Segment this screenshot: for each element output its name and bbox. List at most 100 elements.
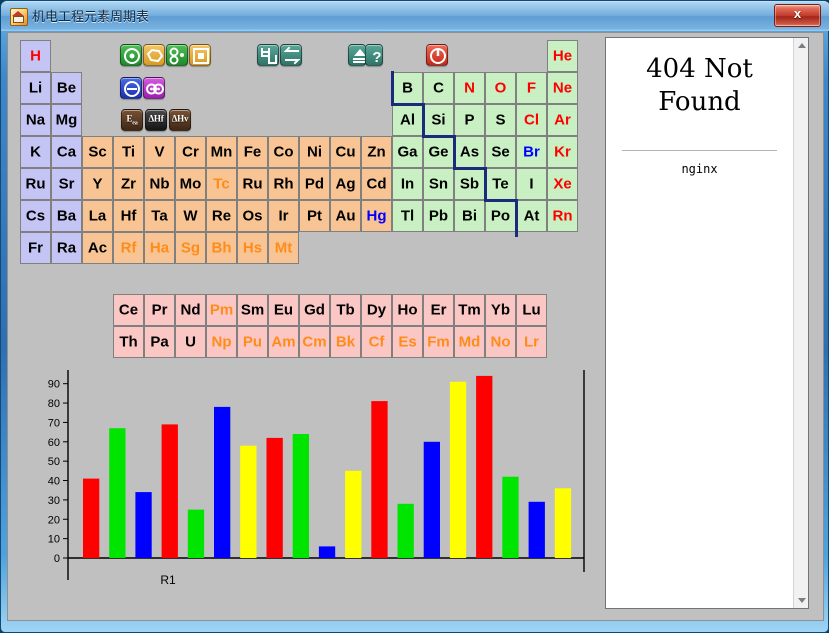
element-cell-as[interactable]: As [454, 136, 485, 168]
bond-pair-icon[interactable] [143, 77, 165, 99]
element-cell-rh[interactable]: Rh [268, 168, 299, 200]
element-cell-u[interactable]: U [175, 326, 206, 358]
element-cell-cm[interactable]: Cm [299, 326, 330, 358]
element-cell-ti[interactable]: Ti [113, 136, 144, 168]
element-cell-o[interactable]: O [485, 72, 516, 104]
element-cell-es[interactable]: Es [392, 326, 423, 358]
eject-icon[interactable] [348, 44, 366, 66]
element-cell-nd[interactable]: Nd [175, 294, 206, 326]
element-cell-mo[interactable]: Mo [175, 168, 206, 200]
element-cell-sr[interactable]: Sr [51, 168, 82, 200]
enthalpy-vapor-icon[interactable]: ΔHv [169, 109, 191, 131]
element-cell-in[interactable]: In [392, 168, 423, 200]
element-cell-pd[interactable]: Pd [299, 168, 330, 200]
square-in-square-icon[interactable] [189, 44, 211, 66]
element-cell-pm[interactable]: Pm [206, 294, 237, 326]
element-cell-cu[interactable]: Cu [330, 136, 361, 168]
element-cell-b[interactable]: B [392, 72, 423, 104]
element-cell-tm[interactable]: Tm [454, 294, 485, 326]
element-cell-ca[interactable]: Ca [51, 136, 82, 168]
element-cell-cr[interactable]: Cr [175, 136, 206, 168]
element-cell-sb[interactable]: Sb [454, 168, 485, 200]
element-cell-mn[interactable]: Mn [206, 136, 237, 168]
scroll-up-icon[interactable] [794, 38, 809, 53]
element-cell-ac[interactable]: Ac [82, 232, 113, 264]
element-cell-ga[interactable]: Ga [392, 136, 423, 168]
element-cell-bh[interactable]: Bh [206, 232, 237, 264]
element-cell-ir[interactable]: Ir [268, 200, 299, 232]
element-cell-pa[interactable]: Pa [144, 326, 175, 358]
element-cell-md[interactable]: Md [454, 326, 485, 358]
element-cell-v[interactable]: V [144, 136, 175, 168]
swap-arrows-icon[interactable] [280, 44, 302, 66]
element-cell-ni[interactable]: Ni [299, 136, 330, 168]
element-cell-ha[interactable]: Ha [144, 232, 175, 264]
bracket-chart-icon[interactable] [257, 44, 279, 66]
element-cell-au[interactable]: Au [330, 200, 361, 232]
element-cell-ho[interactable]: Ho [392, 294, 423, 326]
element-cell-pb[interactable]: Pb [423, 200, 454, 232]
element-cell-kr[interactable]: Kr [547, 136, 578, 168]
element-cell-fr[interactable]: Fr [20, 232, 51, 264]
element-cell-be[interactable]: Be [51, 72, 82, 104]
power-off-icon[interactable] [426, 44, 448, 66]
element-cell-bi[interactable]: Bi [454, 200, 485, 232]
element-cell-lu[interactable]: Lu [516, 294, 547, 326]
element-cell-ru[interactable]: Ru [237, 168, 268, 200]
element-cell-ge[interactable]: Ge [423, 136, 454, 168]
element-cell-dy[interactable]: Dy [361, 294, 392, 326]
element-cell-er[interactable]: Er [423, 294, 454, 326]
element-cell-f[interactable]: F [516, 72, 547, 104]
element-cell-li[interactable]: Li [20, 72, 51, 104]
element-cell-tc[interactable]: Tc [206, 168, 237, 200]
element-cell-fm[interactable]: Fm [423, 326, 454, 358]
scroll-down-icon[interactable] [794, 593, 809, 608]
element-cell-ta[interactable]: Ta [144, 200, 175, 232]
element-cell-fe[interactable]: Fe [237, 136, 268, 168]
element-cell-tl[interactable]: Tl [392, 200, 423, 232]
enthalpy-fusion-icon[interactable]: ΔHf [145, 109, 167, 131]
element-cell-si[interactable]: Si [423, 104, 454, 136]
polygon-shape-icon[interactable] [143, 44, 165, 66]
element-cell-mg[interactable]: Mg [51, 104, 82, 136]
element-cell-cd[interactable]: Cd [361, 168, 392, 200]
element-cell-eu[interactable]: Eu [268, 294, 299, 326]
element-cell-cf[interactable]: Cf [361, 326, 392, 358]
element-cell-th[interactable]: Th [113, 326, 144, 358]
molecule-icon[interactable] [166, 44, 188, 66]
element-cell-ne[interactable]: Ne [547, 72, 578, 104]
element-cell-co[interactable]: Co [268, 136, 299, 168]
element-cell-ru[interactable]: Ru [20, 168, 51, 200]
element-cell-pu[interactable]: Pu [237, 326, 268, 358]
element-cell-hs[interactable]: Hs [237, 232, 268, 264]
element-cell-no[interactable]: No [485, 326, 516, 358]
element-cell-sg[interactable]: Sg [175, 232, 206, 264]
target-circle-icon[interactable] [120, 44, 142, 66]
element-cell-po[interactable]: Po [485, 200, 516, 232]
element-cell-la[interactable]: La [82, 200, 113, 232]
help-question-icon[interactable]: ? [365, 44, 383, 66]
element-cell-lr[interactable]: Lr [516, 326, 547, 358]
element-cell-h[interactable]: H [20, 40, 51, 72]
element-cell-cl[interactable]: Cl [516, 104, 547, 136]
element-cell-hg[interactable]: Hg [361, 200, 392, 232]
element-cell-pr[interactable]: Pr [144, 294, 175, 326]
element-cell-tb[interactable]: Tb [330, 294, 361, 326]
element-cell-s[interactable]: S [485, 104, 516, 136]
element-cell-at[interactable]: At [516, 200, 547, 232]
element-cell-xe[interactable]: Xe [547, 168, 578, 200]
element-cell-hf[interactable]: Hf [113, 200, 144, 232]
element-cell-am[interactable]: Am [268, 326, 299, 358]
electron-affinity-icon[interactable]: Eea [121, 109, 143, 131]
element-cell-br[interactable]: Br [516, 136, 547, 168]
element-cell-sn[interactable]: Sn [423, 168, 454, 200]
element-cell-te[interactable]: Te [485, 168, 516, 200]
element-cell-mt[interactable]: Mt [268, 232, 299, 264]
element-cell-sc[interactable]: Sc [82, 136, 113, 168]
element-cell-na[interactable]: Na [20, 104, 51, 136]
element-cell-he[interactable]: He [547, 40, 578, 72]
element-cell-zn[interactable]: Zn [361, 136, 392, 168]
element-cell-n[interactable]: N [454, 72, 485, 104]
element-cell-re[interactable]: Re [206, 200, 237, 232]
element-cell-ba[interactable]: Ba [51, 200, 82, 232]
